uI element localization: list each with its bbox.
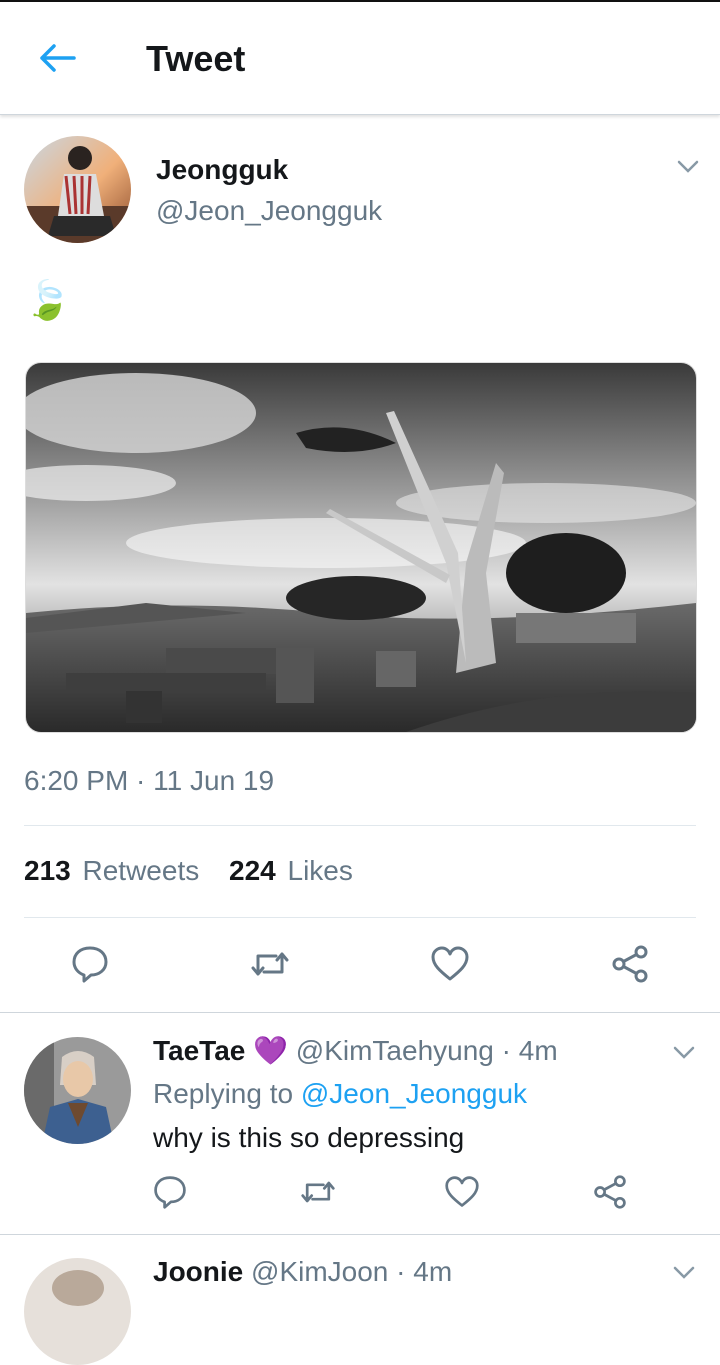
avatar[interactable] <box>24 136 131 243</box>
retweets-count[interactable]: 213 <box>24 855 71 886</box>
reply-header: Joonie @KimJoon · 4m <box>153 1256 452 1288</box>
likes-count[interactable]: 224 <box>229 855 276 886</box>
reply-icon[interactable] <box>70 944 110 984</box>
reply-author-handle[interactable]: @KimJoon <box>251 1256 388 1287</box>
chevron-down-icon[interactable] <box>677 160 699 174</box>
retweet-icon[interactable] <box>250 944 290 984</box>
chevron-down-icon[interactable] <box>673 1046 695 1060</box>
arrow-left-icon[interactable] <box>34 38 80 78</box>
share-icon[interactable] <box>610 944 650 984</box>
replying-to: Replying to @Jeon_Jeongguk <box>153 1078 527 1110</box>
tweet-stats: 213 Retweets 224 Likes <box>24 855 353 887</box>
replying-to-label: Replying to <box>153 1078 294 1109</box>
chevron-down-icon[interactable] <box>673 1266 695 1280</box>
divider <box>24 917 696 918</box>
reply-avatar[interactable] <box>24 1037 131 1144</box>
reply-time: · 4m <box>501 1035 558 1066</box>
purple-heart-icon: 💜 <box>253 1035 288 1066</box>
reply-header: TaeTae 💜 @KimTaehyung · 4m <box>153 1034 558 1067</box>
author-handle[interactable]: @Jeon_Jeongguk <box>156 195 382 227</box>
share-icon[interactable] <box>592 1174 628 1210</box>
reply-time: · 4m <box>396 1256 453 1287</box>
reply-text: why is this so depressing <box>153 1122 465 1153</box>
reply-author-name[interactable]: TaeTae <box>153 1035 245 1066</box>
retweet-icon[interactable] <box>300 1174 336 1210</box>
app-header: Tweet <box>0 2 720 115</box>
tweet-text: 🍃 <box>24 280 72 322</box>
reply-avatar[interactable] <box>24 1258 131 1365</box>
like-icon[interactable] <box>444 1174 480 1210</box>
tweet-timestamp: 6:20 PM · 11 Jun 19 <box>24 765 275 796</box>
reply-icon[interactable] <box>152 1174 188 1210</box>
replying-to-link[interactable]: @Jeon_Jeongguk <box>301 1078 527 1109</box>
reply-author-handle[interactable]: @KimTaehyung <box>296 1035 494 1066</box>
tweet-image[interactable] <box>25 362 697 733</box>
likes-label[interactable]: Likes <box>288 855 353 886</box>
divider <box>24 825 696 826</box>
like-icon[interactable] <box>430 944 470 984</box>
page-title: Tweet <box>146 38 246 79</box>
section-divider <box>0 1012 720 1013</box>
section-divider <box>0 1234 720 1235</box>
author-name[interactable]: Jeongguk <box>156 154 288 186</box>
retweets-label[interactable]: Retweets <box>83 855 200 886</box>
reply-author-name[interactable]: Joonie <box>153 1256 243 1287</box>
